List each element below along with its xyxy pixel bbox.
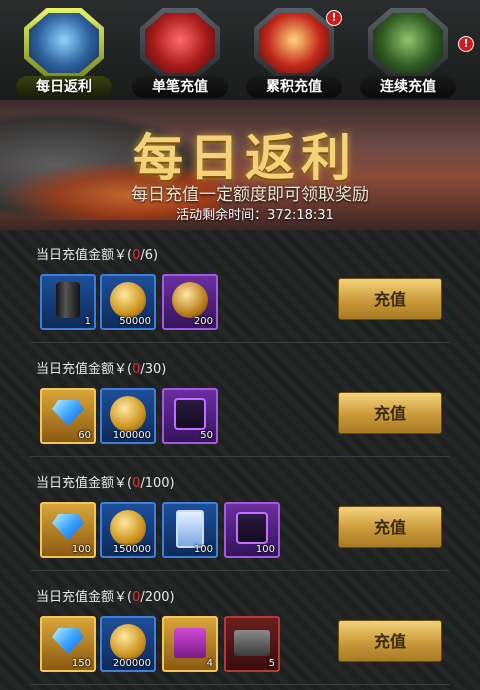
recharge-button[interactable]: 充值 [338,278,442,320]
alert-badge: ! [458,36,474,52]
reward-item[interactable]: 1 [40,274,96,330]
diamond-icon [52,400,84,426]
tab-consecutive-recharge[interactable]: 连续充值 ! [360,6,474,98]
item-quantity: 100 [71,544,91,555]
reward-row: 当日充值金额￥(0/30) 60 100000 50 充值 [30,344,450,457]
alert-badge: ! [326,10,342,26]
gold-coin-icon [110,282,146,318]
gold-coin-icon [110,510,146,546]
requirement-text: 当日充值金额￥(0/6) [36,248,159,263]
reward-item[interactable]: 100 [224,502,280,558]
reward-item[interactable]: 100000 [100,388,156,444]
item-quantity: 60 [78,430,91,441]
tab-label: 累积充值 [246,76,342,98]
countdown-timer: 活动剩余时间：372:18:31 [176,208,334,223]
tab-label: 连续充值 [360,76,456,98]
crate-icon [234,630,270,656]
tab-cumulative-recharge[interactable]: 累积充值 ! [246,6,342,98]
item-quantity: 1 [84,316,91,327]
tab-frame [254,8,334,78]
requirement-text: 当日充值金额￥(0/100) [36,476,175,491]
reward-item[interactable]: 150000 [100,502,156,558]
item-quantity: 150 [71,658,91,669]
event-banner: 每日返利 每日充值一定额度即可领取奖励 活动剩余时间：372:18:31 [0,100,480,230]
reward-row: 当日充值金额￥(0/200) 150 200000 4 5 充值 [30,572,450,685]
item-quantity: 4 [206,658,213,669]
recharge-button[interactable]: 充值 [338,506,442,548]
gift-box-icon [174,628,206,658]
diamond-icon [52,514,84,540]
item-quantity: 100000 [112,430,151,441]
diamond-icon [52,628,84,654]
recharge-button[interactable]: 充值 [338,392,442,434]
item-quantity: 100 [193,544,213,555]
item-quantity: 50000 [119,316,151,327]
reward-item[interactable]: 200 [162,274,218,330]
tab-label: 单笔充值 [132,76,228,98]
jet-chip-icon [174,398,206,430]
reward-row: 当日充值金额￥(0/6) 1 50000 200 充值 [30,230,450,343]
gold-coin-icon [110,396,146,432]
item-quantity: 100 [255,544,275,555]
reward-item[interactable]: 100 [40,502,96,558]
tab-bar: 每日返利 单笔充值 累积充值 ! 连续充值 ! [0,0,480,100]
reward-item[interactable]: 50 [162,388,218,444]
banner-subtitle: 每日充值一定额度即可领取奖励 [131,185,369,205]
fuel-barrel-icon [56,282,80,318]
item-quantity: 50 [200,430,213,441]
reward-item[interactable]: 150 [40,616,96,672]
requirement-text: 当日充值金额￥(0/200) [36,590,175,605]
item-quantity: 200 [193,316,213,327]
tab-label: 每日返利 [16,76,112,98]
reward-item[interactable]: 5 [224,616,280,672]
gold-badge-icon [172,282,208,318]
upgrade-card-icon [176,510,204,548]
reward-list: 当日充值金额￥(0/6) 1 50000 200 充值 当日充值金额￥(0/30… [0,230,480,690]
tab-daily-rebate[interactable]: 每日返利 [16,6,112,98]
tab-frame [368,8,448,78]
reward-row: 当日充值金额￥(0/100) 100 150000 100 100 充值 [30,458,450,571]
requirement-text: 当日充值金额￥(0/30) [36,362,167,377]
item-quantity: 200000 [112,658,151,669]
tab-frame [140,8,220,78]
item-quantity: 150000 [112,544,151,555]
gold-coin-icon [110,624,146,660]
reward-item[interactable]: 4 [162,616,218,672]
reward-item[interactable]: 50000 [100,274,156,330]
recharge-button[interactable]: 充值 [338,620,442,662]
item-quantity: 5 [268,658,275,669]
tab-single-recharge[interactable]: 单笔充值 [132,6,228,98]
tab-frame [24,8,104,78]
reward-item[interactable]: 60 [40,388,96,444]
reward-item[interactable]: 200000 [100,616,156,672]
jet-chip-icon [236,512,268,544]
reward-item[interactable]: 100 [162,502,218,558]
